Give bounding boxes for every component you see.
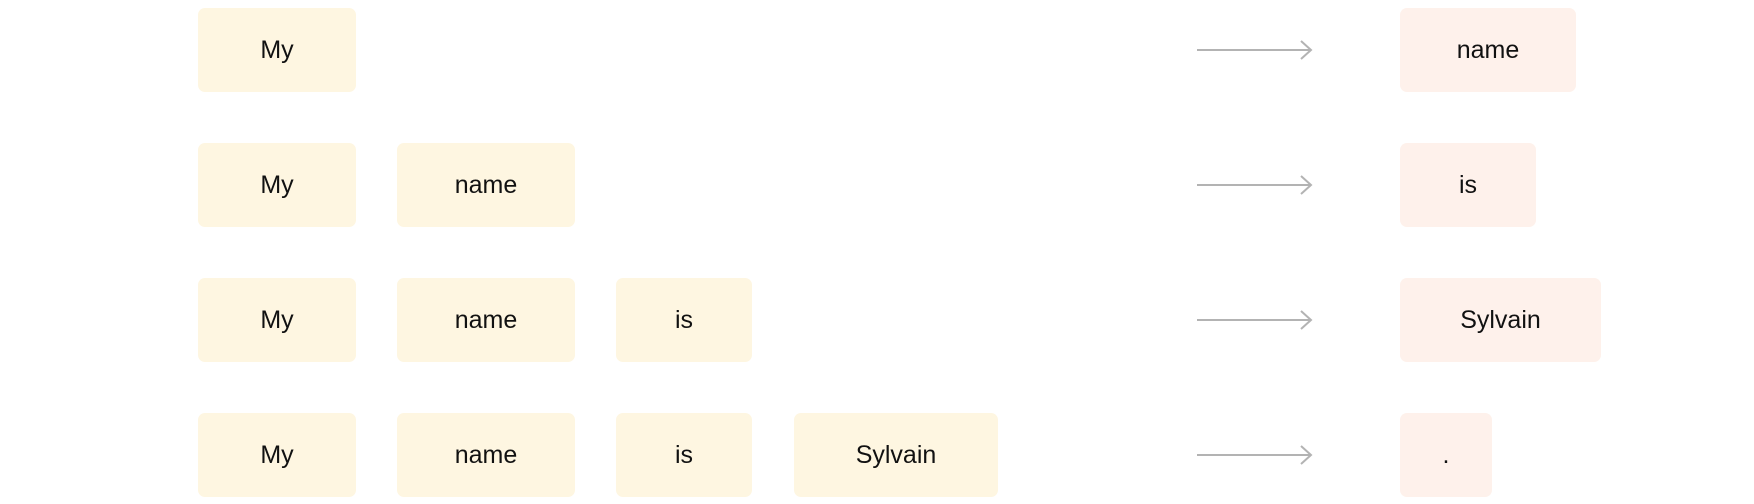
output-token: is bbox=[1400, 143, 1536, 227]
right-arrow-icon bbox=[1197, 40, 1313, 60]
input-token: My bbox=[198, 413, 356, 497]
right-arrow-icon bbox=[1197, 310, 1313, 330]
output-token: name bbox=[1400, 8, 1576, 92]
input-token: name bbox=[397, 143, 575, 227]
input-token: is bbox=[616, 413, 752, 497]
input-token: name bbox=[397, 278, 575, 362]
input-token: name bbox=[397, 413, 575, 497]
sequence-row-3: My name is Sylvain bbox=[0, 278, 1754, 362]
sequence-row-1: My name bbox=[0, 8, 1754, 92]
input-token: My bbox=[198, 143, 356, 227]
input-token: My bbox=[198, 278, 356, 362]
right-arrow-icon bbox=[1197, 445, 1313, 465]
input-token: Sylvain bbox=[794, 413, 998, 497]
input-token: My bbox=[198, 8, 356, 92]
output-token: . bbox=[1400, 413, 1492, 497]
output-token: Sylvain bbox=[1400, 278, 1601, 362]
sequence-row-4: My name is Sylvain . bbox=[0, 413, 1754, 497]
right-arrow-icon bbox=[1197, 175, 1313, 195]
input-token: is bbox=[616, 278, 752, 362]
sequence-row-2: My name is bbox=[0, 143, 1754, 227]
